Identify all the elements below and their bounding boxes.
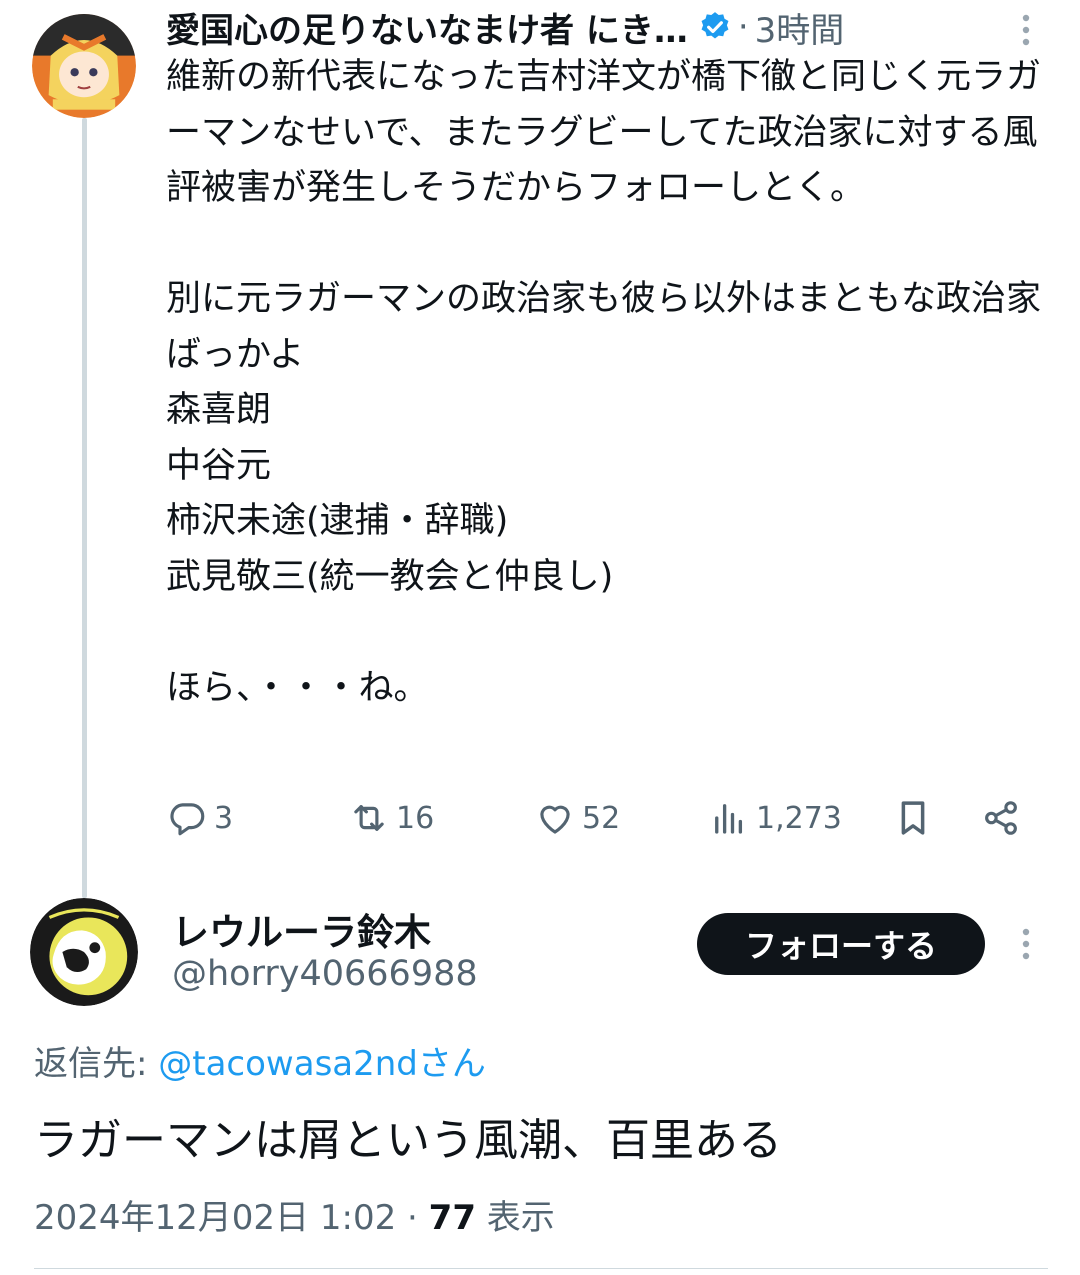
meta-separator: · [396, 1198, 429, 1238]
reply-view-label: 表示 [475, 1198, 555, 1238]
views-button[interactable]: 1,273 [708, 790, 842, 846]
retweet-count: 16 [396, 800, 435, 836]
divider [34, 1268, 1048, 1269]
tweet-text: 維新の新代表になった吉村洋文が橋下徹と同じく元ラガーマンなせいで、またラグビーし… [166, 57, 1042, 708]
share-button[interactable] [980, 790, 1028, 846]
share-icon [985, 801, 1017, 835]
replying-to-mention[interactable]: @tacowasa2ndさん [158, 1044, 486, 1084]
more-icon[interactable] [1016, 926, 1036, 962]
like-button[interactable]: 52 [534, 790, 620, 846]
like-icon [540, 805, 570, 834]
follow-button[interactable]: フォローする [697, 913, 985, 975]
views-icon [715, 804, 743, 834]
reply-icon [170, 803, 205, 836]
reply-button[interactable]: 3 [166, 790, 233, 846]
tweet-separator: · [737, 7, 749, 47]
reply-tweet-text: ラガーマンは屑という風潮、百里ある [34, 1115, 782, 1166]
tweet-header: 愛国心の足りないなまけ者 にき… · 3時間 [166, 2, 1036, 52]
reply-author-handle[interactable]: @horry40666988 [172, 954, 478, 994]
bookmark-button[interactable] [892, 790, 940, 846]
tweet-actions: 3 16 52 1,273 [166, 790, 1036, 846]
reply-meta: 2024年12月02日 1:02 · 77 表示 [34, 1190, 555, 1239]
author-display-name[interactable]: 愛国心の足りないなまけ者 にき… [166, 3, 688, 52]
reply-author-display-name[interactable]: レウルーラ鈴木 [172, 902, 431, 956]
reply-date[interactable]: 2024年12月02日 1:02 [34, 1198, 396, 1238]
views-count: 1,273 [756, 800, 842, 836]
reply-view-count: 77 [428, 1198, 476, 1238]
verified-badge-icon [701, 12, 729, 39]
reply-count: 3 [214, 800, 234, 836]
avatar-image [32, 14, 136, 118]
replying-to-line: 返信先: @tacowasa2ndさん [34, 1036, 486, 1085]
bookmark-icon [901, 801, 925, 835]
thread-connector-line [82, 118, 87, 898]
more-icon[interactable] [1016, 12, 1036, 48]
avatar-image [30, 898, 138, 1006]
retweet-icon [354, 805, 384, 831]
replying-to-prefix: 返信先: [34, 1044, 159, 1084]
author-avatar[interactable] [32, 14, 136, 118]
like-count: 52 [582, 800, 621, 836]
tweet-timestamp[interactable]: 3時間 [755, 3, 845, 52]
reply-author-avatar[interactable] [30, 898, 138, 1006]
retweet-button[interactable]: 16 [348, 790, 434, 846]
